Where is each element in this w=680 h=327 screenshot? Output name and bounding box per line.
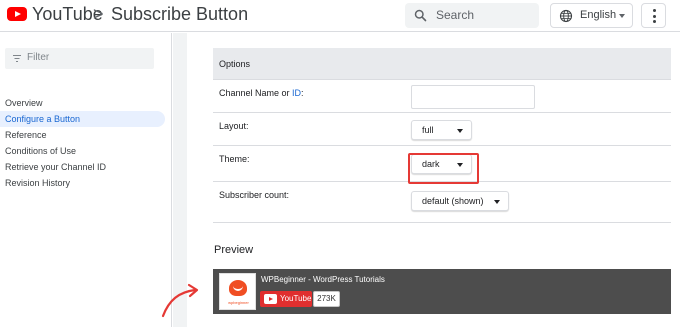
youtube-subscribe-button[interactable]: YouTube bbox=[260, 291, 312, 307]
channel-id-input[interactable] bbox=[411, 85, 535, 109]
sidebar: Filter Overview Configure a Button Refer… bbox=[0, 33, 172, 327]
sidebar-item-conditions-of-use[interactable]: Conditions of Use bbox=[0, 143, 165, 159]
chevron-down-icon bbox=[619, 14, 625, 18]
language-label: English bbox=[580, 9, 617, 21]
caret-down-icon bbox=[494, 200, 500, 204]
avatar-text: wpbeginner bbox=[228, 300, 249, 305]
search-icon bbox=[414, 9, 427, 22]
layout-select[interactable]: full bbox=[411, 120, 472, 140]
more-dot-icon bbox=[652, 9, 656, 12]
search-box[interactable]: Search bbox=[405, 3, 539, 28]
filter-placeholder: Filter bbox=[27, 52, 50, 63]
channel-avatar[interactable]: wpbeginner bbox=[219, 273, 256, 310]
youtube-logo-icon[interactable] bbox=[7, 7, 27, 21]
language-selector[interactable]: English bbox=[550, 3, 633, 28]
globe-icon bbox=[559, 9, 573, 23]
filter-icon bbox=[13, 55, 21, 62]
channel-row: Channel Name or ID: bbox=[213, 80, 671, 113]
caret-down-icon bbox=[457, 129, 463, 133]
top-header: YouTube > Subscribe Button Search Englis… bbox=[0, 0, 680, 32]
theme-highlight-box bbox=[408, 153, 479, 184]
options-heading: Options bbox=[213, 48, 671, 80]
filter-input[interactable]: Filter bbox=[5, 48, 154, 69]
options-table: Options Channel Name or ID: Layout: full… bbox=[213, 48, 671, 223]
theme-label: Theme: bbox=[219, 154, 250, 164]
search-placeholder: Search bbox=[436, 8, 475, 22]
channel-name[interactable]: WPBeginner - WordPress Tutorials bbox=[261, 275, 385, 284]
subscriber-count-label: Subscriber count: bbox=[219, 190, 290, 200]
subscriber-count-badge: 273K bbox=[313, 291, 340, 307]
preview-panel: wpbeginner WPBeginner - WordPress Tutori… bbox=[213, 269, 671, 314]
sidebar-nav: Overview Configure a Button Reference Co… bbox=[0, 95, 165, 191]
sidebar-item-revision-history[interactable]: Revision History bbox=[0, 175, 165, 191]
id-link[interactable]: ID bbox=[292, 88, 301, 98]
sidebar-item-overview[interactable]: Overview bbox=[0, 95, 165, 111]
youtube-play-icon bbox=[264, 294, 277, 304]
subscriber-count-row: Subscriber count: default (shown) bbox=[213, 182, 671, 223]
layout-value: full bbox=[422, 125, 434, 135]
sidebar-item-retrieve-channel-id[interactable]: Retrieve your Channel ID bbox=[0, 159, 165, 175]
youtube-button-label: YouTube bbox=[280, 294, 312, 303]
pointer-arrow-icon bbox=[161, 283, 199, 318]
more-dot-icon bbox=[652, 14, 656, 18]
wpbeginner-logo-icon bbox=[229, 280, 247, 296]
sidebar-item-configure-a-button[interactable]: Configure a Button bbox=[0, 111, 165, 127]
more-options-button[interactable] bbox=[641, 3, 666, 28]
layout-row: Layout: full bbox=[213, 113, 671, 146]
subscriber-count-select[interactable]: default (shown) bbox=[411, 191, 509, 211]
layout-label: Layout: bbox=[219, 121, 249, 131]
breadcrumb-page[interactable]: Subscribe Button bbox=[111, 4, 248, 25]
channel-label: Channel Name or ID: bbox=[219, 88, 304, 98]
sidebar-item-reference[interactable]: Reference bbox=[0, 127, 165, 143]
subscriber-count-value: default (shown) bbox=[422, 196, 484, 206]
breadcrumb-separator: > bbox=[93, 4, 104, 24]
preview-title: Preview bbox=[214, 244, 254, 256]
more-dot-icon bbox=[652, 20, 656, 23]
